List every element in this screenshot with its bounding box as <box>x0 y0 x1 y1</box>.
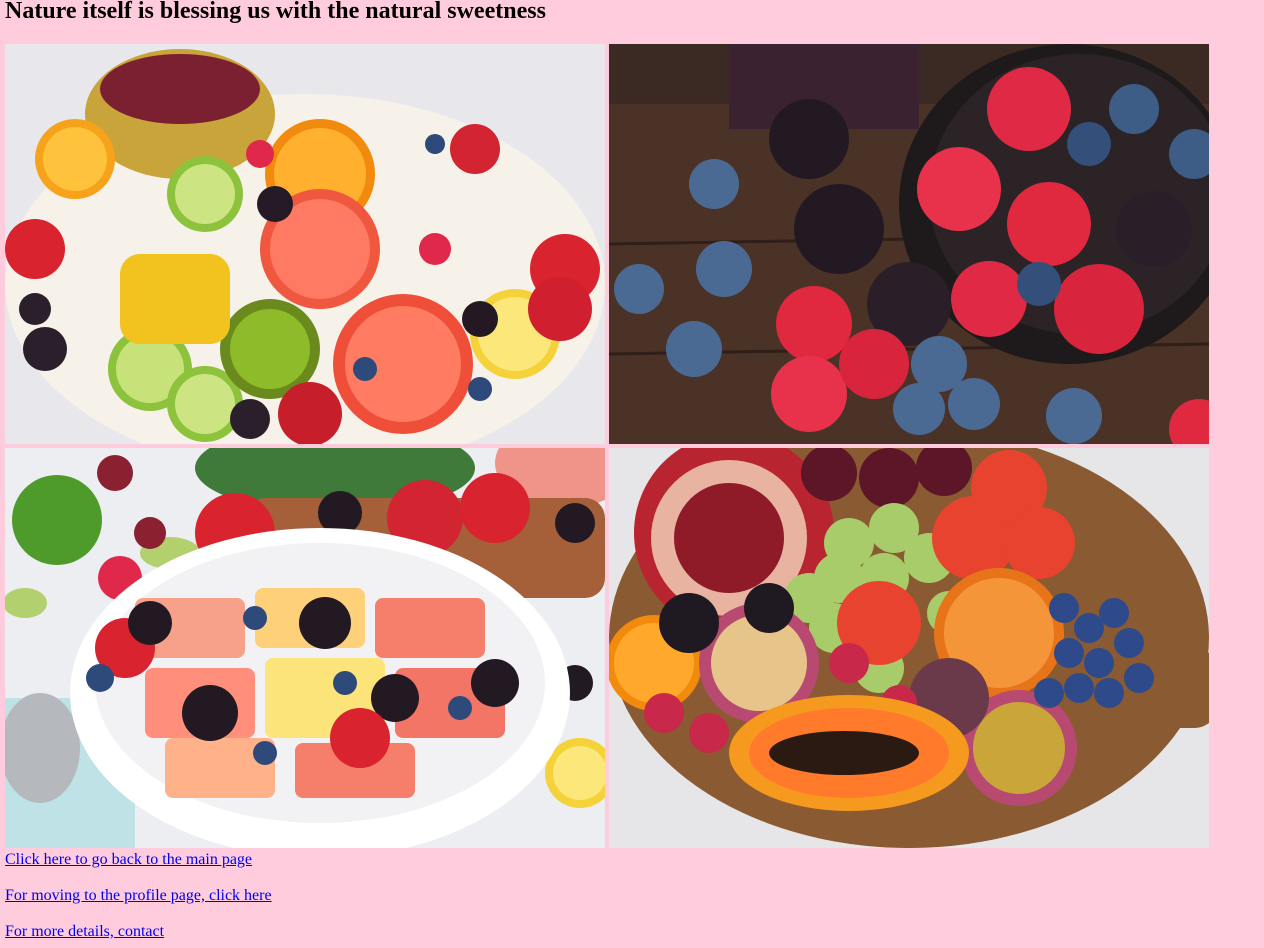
main-page-link[interactable]: Click here to go back to the main page <box>5 851 252 869</box>
contact-link[interactable]: For more details, contact <box>5 923 164 941</box>
profile-page-link[interactable]: For moving to the profile page, click he… <box>5 887 272 905</box>
page-heading: Nature itself is blessing us with the na… <box>5 0 546 24</box>
fruit-salad-bowl-image <box>5 448 605 848</box>
berries-bowl-image <box>609 44 1209 444</box>
fruit-platter-image <box>5 44 605 444</box>
fruit-board-image <box>609 448 1209 848</box>
